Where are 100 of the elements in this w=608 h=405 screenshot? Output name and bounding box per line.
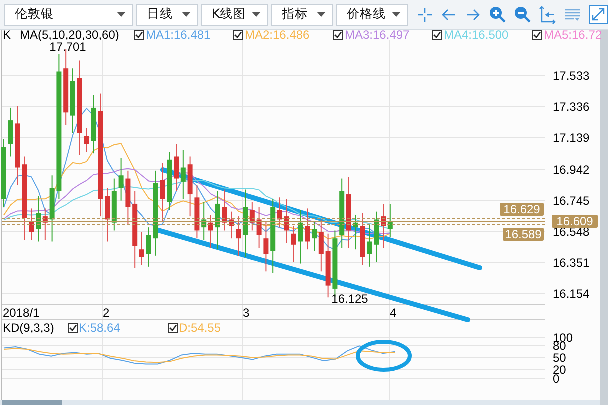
candlestick <box>284 198 290 244</box>
candlestick <box>340 178 345 249</box>
candlestick <box>70 68 76 134</box>
legend-value: MA4:16.500 <box>444 30 509 42</box>
candlestick <box>126 170 131 225</box>
price-axis-label: 16.745 <box>553 194 590 208</box>
candlestick <box>305 208 310 250</box>
candlestick <box>208 214 214 249</box>
checkbox[interactable] <box>68 323 78 333</box>
candlestick <box>180 150 186 200</box>
candlestick <box>256 206 262 249</box>
caret-icon <box>117 12 126 17</box>
legend-value: MA3:16.497 <box>345 30 410 42</box>
indicator-label: KD(9,3,3) <box>3 321 54 335</box>
candlestick <box>381 203 386 249</box>
candlestick <box>105 188 110 242</box>
candlestick <box>160 162 166 222</box>
low-price-label: 16.125 <box>332 292 368 306</box>
candlestick <box>194 184 200 240</box>
legend-value: MA5:16.72 <box>544 30 602 42</box>
zoom-in-icon[interactable] <box>489 6 506 23</box>
date-axis-label: 4 <box>390 306 397 320</box>
candlestick <box>2 138 6 208</box>
candlestick <box>29 208 34 241</box>
highlight-circle <box>356 340 412 372</box>
candlestick <box>388 204 393 238</box>
chart-label: K <box>3 30 12 42</box>
indicator-label: MA(5,10,20,30,60) <box>20 30 120 42</box>
price-axis-label: 16.351 <box>553 256 590 270</box>
candlestick <box>298 210 304 264</box>
caret-icon <box>252 12 262 17</box>
checkbox[interactable] <box>233 30 243 40</box>
price-tag: 16.609 <box>552 214 598 228</box>
candlestick <box>222 189 228 232</box>
expand-icon[interactable] <box>589 5 608 24</box>
caret-icon <box>392 12 402 17</box>
candlestick <box>318 219 324 272</box>
high-price-label: 17.701 <box>50 40 86 54</box>
dropdown[interactable]: 日线 <box>136 4 198 26</box>
candlestick <box>146 227 152 268</box>
candlestick <box>188 156 193 218</box>
dropdown[interactable]: K线图 <box>201 4 268 26</box>
candlestick <box>374 211 380 263</box>
checkbox[interactable] <box>134 30 144 40</box>
candlestick <box>118 158 124 202</box>
caret-icon <box>317 12 326 17</box>
date-axis-label: 3 <box>243 306 250 320</box>
dropdown[interactable]: 伦敦银 <box>4 4 133 26</box>
scrollbar-thumb[interactable] <box>2 400 62 405</box>
candlestick <box>326 233 331 298</box>
legend-value: MA2:16.486 <box>245 30 310 42</box>
zoom-out-icon[interactable] <box>514 6 532 23</box>
arrow-left-icon[interactable] <box>441 6 458 22</box>
candlestick <box>367 224 372 268</box>
dropdown[interactable]: 指标 <box>271 4 334 26</box>
candlestick <box>42 208 48 241</box>
candlestick <box>312 220 317 252</box>
legend-value: D:54.55 <box>179 321 222 335</box>
candlestick <box>215 190 220 250</box>
price-axis-label: 17.533 <box>553 69 590 83</box>
horizontal-scrollbar[interactable] <box>0 400 600 405</box>
price-tag: 16.629 <box>500 202 544 216</box>
candlestick <box>291 226 296 263</box>
checkbox[interactable] <box>168 323 178 333</box>
legend-value: MA1:16.481 <box>146 30 211 42</box>
candlestick <box>202 202 207 241</box>
vertical-scrollbar[interactable] <box>600 30 608 405</box>
caret-icon <box>182 12 191 17</box>
candlestick <box>8 107 14 158</box>
legend-value: K:58.64 <box>79 321 120 335</box>
date-axis-label: 2018/1 <box>3 306 40 320</box>
candlestick <box>236 216 242 256</box>
crosshair-icon[interactable] <box>417 6 434 22</box>
axis-icon[interactable] <box>539 6 556 24</box>
price-axis-label: 16.942 <box>553 163 590 177</box>
candlestick <box>174 144 179 192</box>
candlestick <box>250 202 255 232</box>
candlestick <box>140 232 144 266</box>
list-icon[interactable] <box>564 8 582 22</box>
candlestick <box>229 211 234 240</box>
candlestick <box>353 214 358 250</box>
candlestick <box>360 212 366 266</box>
arrow-right-icon[interactable] <box>465 6 482 22</box>
checkbox[interactable] <box>333 30 343 40</box>
price-tag: 16.589 <box>503 228 544 242</box>
checkbox[interactable] <box>532 30 542 40</box>
candlestick <box>50 175 55 242</box>
checkbox[interactable] <box>432 30 442 40</box>
candlestick <box>243 189 248 258</box>
candlestick <box>167 152 172 211</box>
kd-axis-label: 50 <box>553 351 566 365</box>
candlestick <box>91 94 96 154</box>
dropdown[interactable]: 价格线 <box>336 4 408 26</box>
price-axis-label: 17.336 <box>553 100 590 114</box>
candlestick <box>264 220 269 272</box>
date-axis-label: 2 <box>103 306 110 320</box>
candlestick <box>84 128 90 153</box>
price-axis-label: 16.154 <box>553 287 590 301</box>
candlestick <box>112 178 117 232</box>
candlestick <box>36 196 41 242</box>
